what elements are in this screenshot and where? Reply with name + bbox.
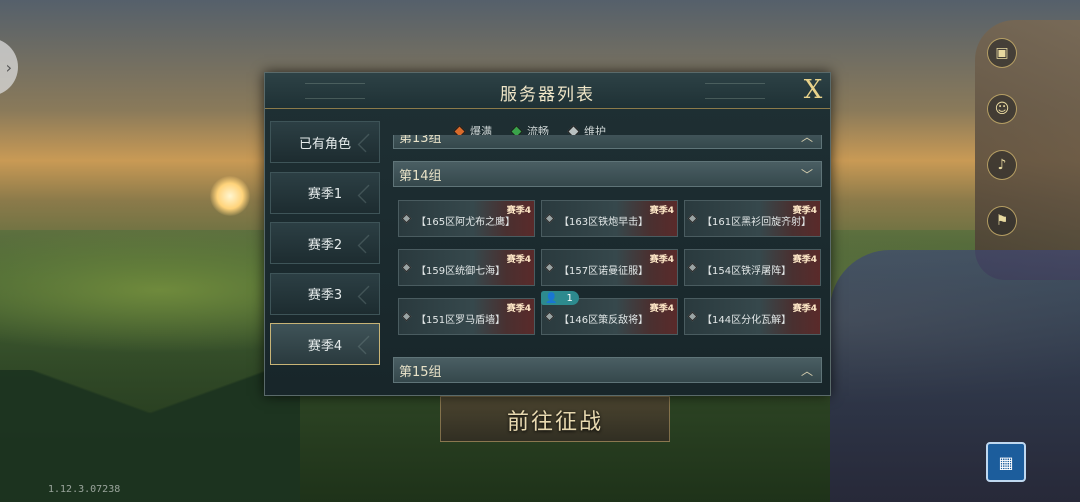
- group-14-header[interactable]: 第14组 ﹀: [393, 161, 822, 187]
- group-13-header[interactable]: 第13组 ︿: [393, 135, 822, 149]
- maintenance-status-icon: [687, 213, 698, 224]
- server-item[interactable]: 【144区分化瓦解】 赛季4: [684, 298, 821, 335]
- server-item[interactable]: 【157区诺曼征服】 赛季4: [541, 249, 678, 286]
- server-name: 【157区诺曼征服】: [559, 265, 649, 277]
- season-badge: 赛季4: [649, 206, 674, 216]
- flag-icon[interactable]: ⚑: [987, 206, 1017, 236]
- go-battle-label[interactable]: 前往征战: [440, 404, 670, 436]
- background-sun: [210, 176, 250, 216]
- server-name: 【163区铁炮早击】: [559, 216, 649, 228]
- dialog-title: 服务器列表: [500, 85, 595, 105]
- server-name: 【151区罗马盾墙】: [416, 314, 506, 326]
- server-name: 【154区铁浮屠阵】: [702, 265, 792, 277]
- background-army: [830, 250, 1080, 502]
- season-badge: 赛季4: [506, 304, 531, 314]
- chevron-down-icon: ﹀: [800, 168, 813, 182]
- tab-season-3[interactable]: 赛季3: [270, 272, 380, 315]
- background-trees: [0, 370, 300, 502]
- tab-existing-roles[interactable]: 已有角色: [270, 121, 380, 163]
- server-item[interactable]: 【154区铁浮屠阵】 赛季4: [684, 249, 821, 286]
- notice-icon[interactable]: ▣: [987, 38, 1017, 68]
- group-label: 第13组: [399, 135, 442, 146]
- season-tabs: 已有角色 赛季1 赛季2 赛季3 赛季4: [270, 121, 383, 374]
- server-list-dialog: 服务器列表 X 已有角色 赛季1 赛季2 赛季3 赛季4 爆满 流畅 维护 第1…: [264, 72, 831, 396]
- maintenance-status-icon: [401, 311, 412, 322]
- group-15-header[interactable]: 第15组 ︿: [393, 357, 822, 383]
- tab-season-2[interactable]: 赛季2: [270, 222, 380, 264]
- maintenance-status-icon: [687, 262, 698, 273]
- user-icon: 👤: [545, 292, 558, 304]
- season-badge: 赛季4: [792, 304, 817, 314]
- maintenance-status-icon: [687, 311, 698, 322]
- maintenance-status-icon: [401, 213, 412, 224]
- server-item[interactable]: 【163区铁炮早击】 赛季4: [541, 200, 678, 237]
- season-badge: 赛季4: [506, 206, 531, 216]
- maintenance-status-icon: [544, 311, 555, 322]
- announcement-icon[interactable]: ♪: [987, 150, 1017, 180]
- server-item[interactable]: 【151区罗马盾墙】 赛季4: [398, 298, 535, 335]
- season-badge: 赛季4: [792, 255, 817, 265]
- right-icon-column: ▣ ☺ ♪ ⚑: [982, 38, 1022, 262]
- server-item[interactable]: 【165区阿尤布之鹰】 赛季4: [398, 200, 535, 237]
- season-badge: 赛季4: [649, 255, 674, 265]
- server-name: 【144区分化瓦解】: [702, 314, 792, 326]
- server-item[interactable]: 【161区黑衫回旋齐射】 赛季4: [684, 200, 821, 237]
- version-text: 1.12.3.07238: [48, 484, 121, 495]
- dialog-header: 服务器列表 X: [265, 73, 830, 109]
- server-name: 【159区统御七海】: [416, 265, 506, 277]
- tab-season-4[interactable]: 赛季4: [270, 323, 380, 365]
- group-label: 第15组: [399, 364, 442, 380]
- back-arrow-icon[interactable]: ›: [0, 38, 18, 96]
- close-button[interactable]: X: [799, 75, 827, 105]
- server-list[interactable]: 第13组 ︿ 第14组 ﹀ 【165区阿尤布之鹰】 赛季4 【163区铁炮早击】…: [393, 135, 822, 393]
- age-rating-icon[interactable]: ▦: [986, 442, 1026, 482]
- season-badge: 赛季4: [649, 304, 674, 314]
- person-icon[interactable]: ☺: [987, 94, 1017, 124]
- maintenance-status-icon: [401, 262, 412, 273]
- player-count: 1: [566, 292, 573, 304]
- maintenance-status-icon: [544, 262, 555, 273]
- server-item[interactable]: 【159区统御七海】 赛季4: [398, 249, 535, 286]
- season-badge: 赛季4: [506, 255, 531, 265]
- server-name: 【146区策反敌将】: [559, 314, 649, 326]
- chevron-up-icon: ︿: [800, 135, 813, 144]
- server-name: 【165区阿尤布之鹰】: [416, 216, 516, 228]
- season-badge: 赛季4: [792, 206, 817, 216]
- maintenance-status-icon: [544, 213, 555, 224]
- tab-season-1[interactable]: 赛季1: [270, 171, 380, 214]
- player-count-badge: 👤 1: [541, 291, 579, 305]
- chevron-up-icon: ︿: [800, 364, 813, 378]
- group-label: 第14组: [399, 168, 442, 184]
